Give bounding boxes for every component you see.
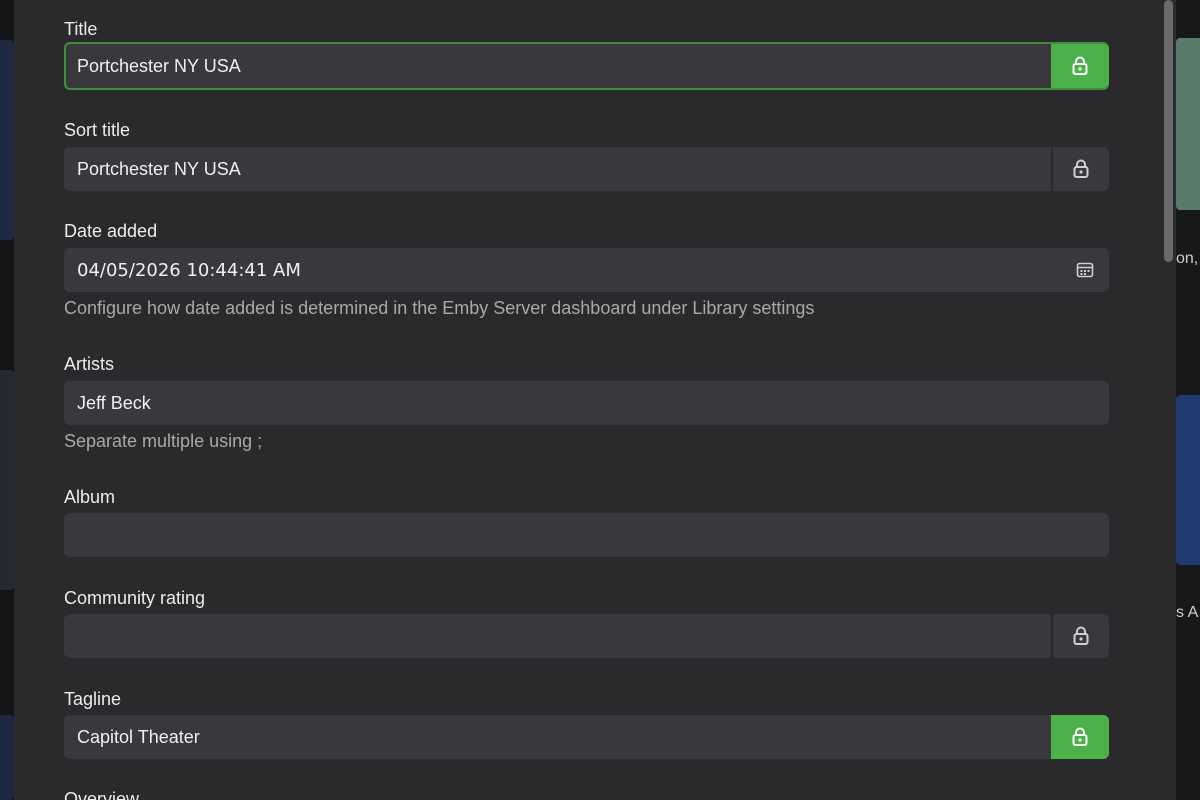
album-label: Album [64, 487, 116, 507]
background-tile [0, 715, 14, 800]
tagline-label: Tagline [64, 689, 122, 709]
tagline-input[interactable]: Capitol Theater [64, 727, 1051, 748]
title-label: Title [64, 19, 98, 39]
lock-icon [1073, 159, 1089, 178]
tagline-field: Tagline Capitol Theater [64, 688, 1109, 760]
background-tile [0, 40, 14, 240]
title-lock-button[interactable] [1051, 44, 1109, 88]
lock-icon [1072, 56, 1088, 75]
background-left-strip [0, 0, 14, 800]
community-rating-label: Community rating [64, 588, 206, 608]
artists-label: Artists [64, 354, 115, 374]
sort-title-input-row[interactable]: Portchester NY USA [64, 147, 1109, 191]
sort-title-lock-button[interactable] [1051, 147, 1109, 191]
metadata-editor-dialog: Title Portchester NY USA Sort title Port… [14, 0, 1176, 800]
artists-input-row[interactable]: Jeff Beck [64, 381, 1109, 425]
background-tile [1176, 38, 1200, 210]
tagline-lock-button[interactable] [1051, 715, 1109, 759]
date-added-field: Date added 04/05/2026 10:44:41 AM Config… [64, 220, 1109, 324]
community-rating-input-row[interactable] [64, 614, 1109, 658]
album-field: Album [64, 486, 1109, 558]
date-added-input-row[interactable]: 04/05/2026 10:44:41 AM [64, 248, 1109, 292]
tagline-input-row[interactable]: Capitol Theater [64, 715, 1109, 759]
album-input-row[interactable] [64, 513, 1109, 557]
title-field: Title Portchester NY USA [64, 18, 1109, 92]
overview-label: Overview [64, 789, 140, 800]
sort-title-label: Sort title [64, 120, 131, 140]
overview-field: Overview [64, 788, 1109, 800]
lock-icon [1072, 727, 1088, 746]
date-picker-button[interactable] [1061, 248, 1109, 292]
artists-input[interactable]: Jeff Beck [64, 393, 1109, 414]
background-tile [0, 370, 14, 590]
lock-icon [1073, 626, 1089, 645]
community-rating-lock-button[interactable] [1051, 614, 1109, 658]
artists-helper: Separate multiple using ; [64, 431, 263, 451]
sort-title-input[interactable]: Portchester NY USA [64, 159, 1051, 180]
community-rating-field: Community rating [64, 587, 1109, 659]
background-tile [1176, 395, 1200, 565]
scrollbar-thumb[interactable] [1164, 0, 1173, 262]
date-added-label: Date added [64, 221, 158, 241]
artists-field: Artists Jeff Beck Separate multiple usin… [64, 353, 1109, 457]
date-added-input[interactable]: 04/05/2026 10:44:41 AM [64, 260, 1061, 281]
background-right-strip: on, s A [1176, 0, 1200, 800]
title-input-row[interactable]: Portchester NY USA [64, 42, 1109, 90]
background-peek-text: s A [1176, 604, 1199, 621]
calendar-icon [1076, 262, 1094, 278]
date-added-helper: Configure how date added is determined i… [64, 298, 815, 318]
background-peek-text: on, [1176, 250, 1199, 267]
sort-title-field: Sort title Portchester NY USA [64, 119, 1109, 191]
title-input[interactable]: Portchester NY USA [64, 56, 1051, 77]
